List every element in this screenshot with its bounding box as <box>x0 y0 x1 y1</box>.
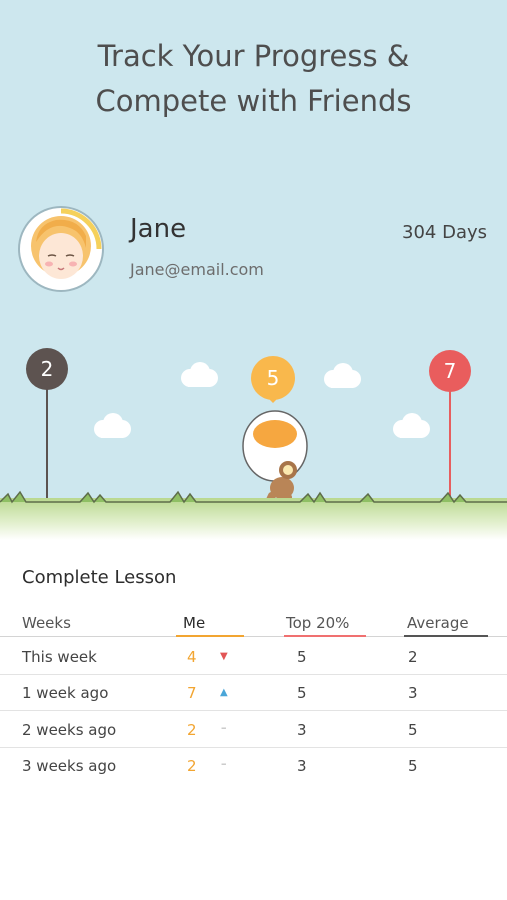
me-column-underline <box>176 635 244 637</box>
row-me-value: 7 <box>187 684 197 702</box>
top-column-underline <box>284 635 366 637</box>
trend-down-icon: ▼ <box>220 651 228 662</box>
cloud-icon <box>181 362 218 387</box>
average-column-underline <box>404 635 488 637</box>
row-average-value: 5 <box>408 721 418 739</box>
table-row: This week 4 ▼ 5 2 <box>0 638 507 675</box>
cloud-icon <box>393 413 430 438</box>
cloud-icon <box>94 413 131 438</box>
profile-email: Jane@email.com <box>130 260 264 279</box>
row-me-value: 2 <box>187 721 197 739</box>
marker-pointer-icon <box>264 394 282 403</box>
headline-line-2: Compete with Friends <box>95 84 412 118</box>
trend-flat-icon: – <box>221 721 227 734</box>
column-weeks: Weeks <box>22 614 71 632</box>
column-top-20: Top 20% <box>286 614 350 632</box>
profile-name: Jane <box>130 214 187 244</box>
row-week-label: 2 weeks ago <box>22 721 117 739</box>
row-week-label: This week <box>22 648 97 666</box>
row-week-label: 3 weeks ago <box>22 757 117 775</box>
grass-ground <box>0 498 507 540</box>
avatar-illustration-icon <box>23 208 102 287</box>
days-count: 304 Days <box>402 222 487 243</box>
column-average: Average <box>407 614 469 632</box>
row-me-value: 2 <box>187 757 197 775</box>
section-title: Complete Lesson <box>22 567 177 588</box>
row-average-value: 2 <box>408 648 418 666</box>
top-marker-right[interactable]: 7 <box>429 350 471 392</box>
trend-up-icon: ▲ <box>220 687 228 698</box>
friend-marker-left[interactable]: 2 <box>26 348 68 390</box>
progress-hero: Track Your Progress & Compete with Frien… <box>0 0 507 540</box>
row-average-value: 3 <box>408 684 418 702</box>
row-top-value: 3 <box>297 757 307 775</box>
grass-tufts-icon <box>0 490 507 504</box>
row-top-value: 5 <box>297 684 307 702</box>
page-headline: Track Your Progress & Compete with Frien… <box>0 34 507 124</box>
row-me-value: 4 <box>187 648 197 666</box>
headline-line-1: Track Your Progress & <box>97 39 410 73</box>
friend-marker-pole <box>46 386 48 500</box>
table-row: 2 weeks ago 2 – 3 5 <box>0 711 507 748</box>
row-top-value: 5 <box>297 648 307 666</box>
avatar[interactable] <box>20 208 102 290</box>
column-me: Me <box>183 614 206 632</box>
row-average-value: 5 <box>408 757 418 775</box>
top-marker-pole <box>449 388 451 500</box>
trend-flat-icon: – <box>221 757 227 770</box>
cloud-icon <box>324 363 361 388</box>
row-week-label: 1 week ago <box>22 684 109 702</box>
row-top-value: 3 <box>297 721 307 739</box>
table-row: 3 weeks ago 2 – 3 5 <box>0 747 507 783</box>
table-row: 1 week ago 7 ▲ 5 3 <box>0 674 507 711</box>
